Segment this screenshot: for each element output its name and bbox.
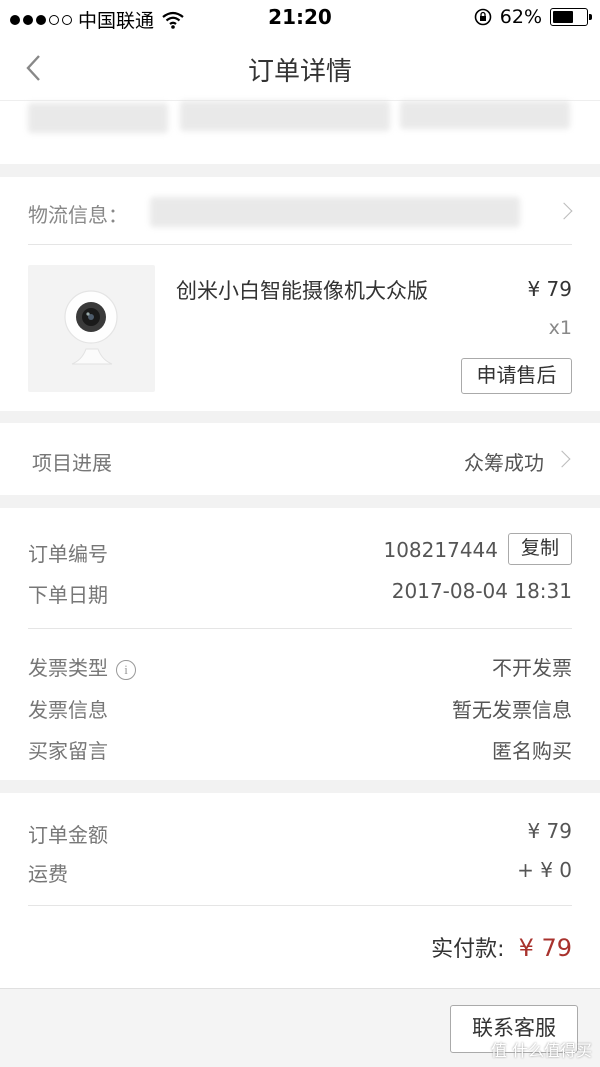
battery-icon	[550, 8, 592, 26]
product-row[interactable]: 创米小白智能摄像机大众版 ¥ 79 x1 申请售后	[0, 245, 600, 411]
invoice-info-label: 发票信息	[28, 698, 108, 722]
info-icon[interactable]: i	[116, 659, 136, 680]
after-sale-button[interactable]: 申请售后	[461, 358, 572, 394]
status-right: 62%	[474, 6, 592, 28]
invoice-type-text: 发票类型	[28, 656, 108, 680]
order-date-label: 下单日期	[28, 583, 108, 607]
product-thumbnail	[28, 265, 155, 392]
chevron-right-icon	[555, 202, 573, 220]
bottom-action-bar: 联系客服 值 什么值得买	[0, 988, 600, 1067]
paid-amount: ¥ 79	[518, 934, 572, 962]
order-number-label: 订单编号	[28, 542, 108, 566]
order-number: 108217444	[383, 538, 498, 562]
invoice-type-value: 不开发票	[492, 656, 572, 680]
amount-card: 订单金额 ¥ 79 运费 + ¥ 0 实付款: ¥ 79	[0, 793, 600, 988]
paid-amount-row: 实付款: ¥ 79	[431, 931, 572, 963]
rotation-lock-icon	[474, 8, 492, 26]
divider	[28, 905, 572, 906]
order-total: ¥ 79	[527, 819, 572, 843]
address-card	[0, 100, 600, 164]
status-bar: 中国联通 21:20 62%	[0, 0, 600, 36]
watermark-text: 值 什么值得买	[490, 1041, 592, 1060]
buyer-note-value: 匿名购买	[492, 739, 572, 763]
buyer-note-label: 买家留言	[28, 739, 108, 763]
invoice-info-value: 暂无发票信息	[452, 698, 572, 722]
product-quantity: x1	[548, 317, 572, 339]
order-total-label: 订单金额	[28, 823, 108, 847]
product-price: ¥ 79	[527, 277, 572, 301]
nav-bar: 订单详情	[0, 36, 600, 100]
redacted-tracking	[150, 197, 520, 227]
camera-product-icon	[64, 290, 118, 365]
copy-button[interactable]: 复制	[508, 533, 572, 565]
logistics-row[interactable]: 物流信息：	[0, 177, 600, 243]
progress-value: 众筹成功	[464, 451, 544, 475]
redacted-address	[28, 103, 168, 133]
shipping-fee: + ¥ 0	[517, 858, 572, 882]
order-date: 2017-08-04 18:31	[391, 579, 572, 603]
redacted-address	[400, 101, 570, 129]
project-progress-row[interactable]: 项目进展 众筹成功	[0, 423, 600, 495]
order-info-card: 订单编号 108217444 复制 下单日期 2017-08-04 18:31 …	[0, 508, 600, 780]
battery-percent: 62%	[499, 6, 542, 28]
divider	[28, 628, 572, 629]
chevron-right-icon	[553, 450, 571, 468]
progress-label: 项目进展	[32, 451, 112, 475]
page-title: 订单详情	[247, 57, 352, 87]
logistics-label: 物流信息：	[28, 203, 128, 227]
paid-label: 实付款:	[431, 937, 505, 962]
logistics-product-card: 物流信息： 创米小白智能摄像机大众版 ¥ 79 x1 申请售后	[0, 177, 600, 411]
redacted-address	[180, 101, 390, 131]
invoice-type-label: 发票类型 i	[28, 652, 136, 681]
product-name: 创米小白智能摄像机大众版	[176, 279, 428, 303]
shipping-label: 运费	[28, 862, 68, 886]
